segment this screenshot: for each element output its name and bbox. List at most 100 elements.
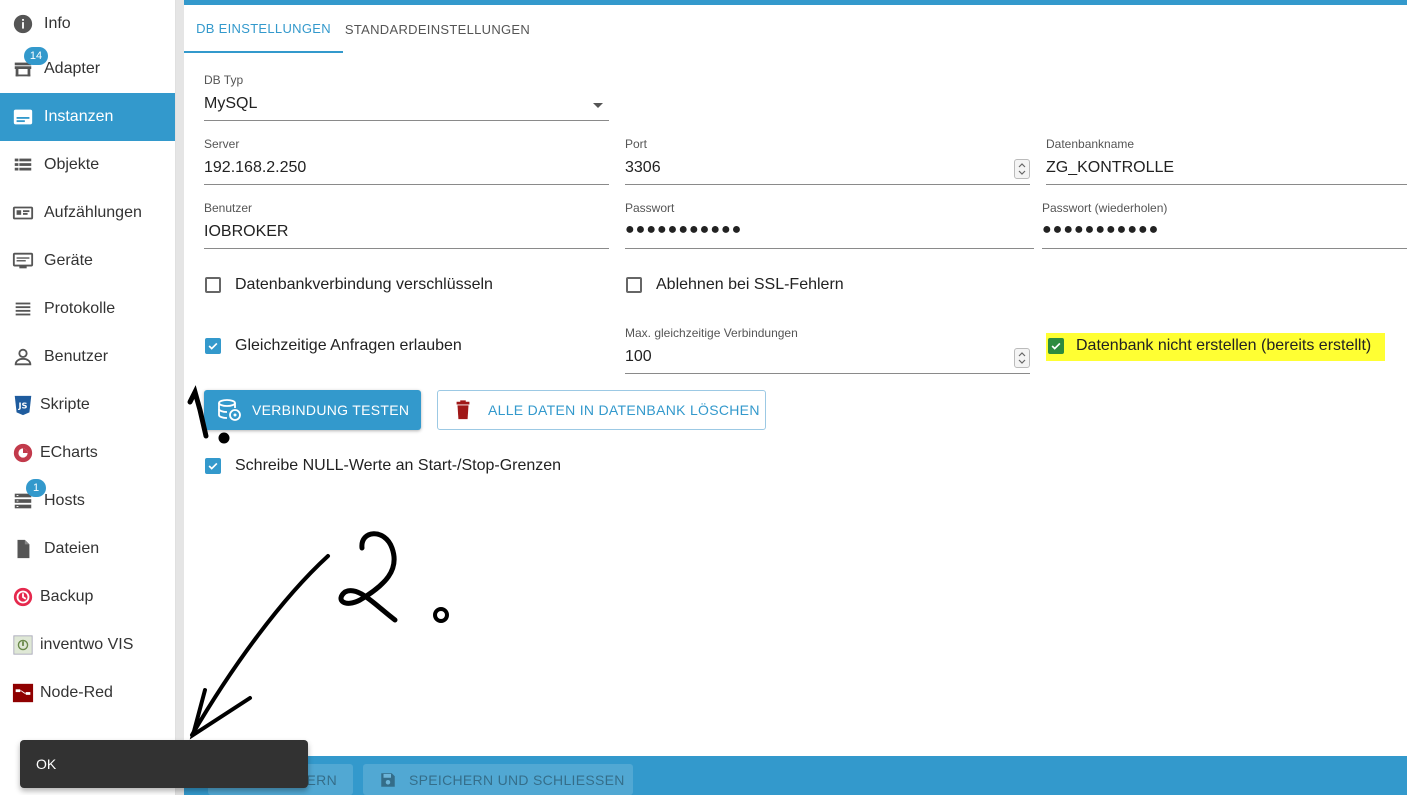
parallel-requests-label: Gleichzeitige Anfragen erlauben	[235, 337, 462, 354]
delete-all-data-label: ALLE DATEN IN DATENBANK LÖSCHEN	[488, 402, 760, 418]
test-connection-label: VERBINDUNG TESTEN	[252, 402, 410, 418]
field-underline	[625, 248, 1034, 249]
db-type-select[interactable]: DB Typ MySQL	[204, 73, 609, 121]
sidebar-item-protokolle[interactable]: Protokolle	[0, 285, 175, 333]
sidebar-item-node-red[interactable]: Node-Red	[0, 669, 175, 717]
password-label: Passwort	[625, 201, 675, 215]
max-connections-stepper[interactable]	[1014, 348, 1030, 368]
port-value: 3306	[625, 159, 661, 176]
field-underline	[204, 120, 609, 121]
user-label: Benutzer	[204, 201, 253, 215]
field-underline	[1042, 248, 1407, 249]
no-create-db-checkbox[interactable]: Datenbank nicht erstellen (bereits erste…	[1046, 333, 1386, 361]
password-repeat-label: Passwort (wiederholen)	[1042, 201, 1168, 215]
sidebar-item-geraete[interactable]: Geräte	[0, 237, 175, 285]
javascript-icon: JS	[12, 394, 34, 416]
field-underline	[625, 184, 1030, 185]
sidebar-item-label: Geräte	[44, 252, 93, 269]
field-underline	[204, 184, 609, 185]
sidebar-item-label: inventwo VIS	[40, 636, 134, 653]
annotation-arrow-icon	[189, 554, 330, 740]
sidebar-item-label: Aufzählungen	[44, 204, 142, 221]
sidebar-item-aufzaehlungen[interactable]: Aufzählungen	[0, 189, 175, 237]
save-close-label: SPEICHERN UND SCHLIESSEN	[409, 771, 625, 788]
sidebar: Info Adapter Instanzen Objekte Aufzählun…	[0, 0, 176, 795]
sidebar-item-label: Skripte	[40, 396, 90, 413]
tab-standardeinstellungen[interactable]: STANDARDEINSTELLUNGEN	[343, 5, 532, 53]
hosts-update-badge: 1	[26, 479, 46, 497]
sidebar-item-skripte[interactable]: JS Skripte	[0, 381, 175, 429]
delete-all-data-button[interactable]: ALLE DATEN IN DATENBANK LÖSCHEN	[437, 390, 766, 430]
snackbar-message: OK	[20, 740, 308, 788]
inventwo-icon	[12, 634, 34, 656]
sidebar-item-label: Dateien	[44, 540, 100, 557]
checkbox-checked-icon	[205, 338, 221, 354]
sidebar-item-instanzen[interactable]: Instanzen	[0, 93, 175, 141]
sidebar-item-label: Protokolle	[44, 300, 116, 317]
checkbox-checked-icon	[205, 458, 221, 474]
sidebar-item-label: Adapter	[44, 60, 101, 77]
encrypt-label: Datenbankverbindung verschlüsseln	[235, 276, 493, 293]
backup-icon	[12, 586, 34, 608]
devices-icon	[12, 250, 34, 272]
user-icon	[12, 346, 34, 368]
sidebar-item-label: Objekte	[44, 156, 100, 173]
save-close-button[interactable]: SPEICHERN UND SCHLIESSEN	[363, 764, 633, 795]
sidebar-divider	[176, 0, 184, 795]
sidebar-item-label: Node-Red	[40, 684, 113, 701]
sidebar-item-label: ECharts	[40, 444, 98, 461]
dbname-value: ZG_KONTROLLE	[1046, 159, 1175, 176]
sidebar-item-echarts[interactable]: ECharts	[0, 429, 175, 477]
sidebar-item-backup[interactable]: Backup	[0, 573, 175, 621]
sidebar-item-objekte[interactable]: Objekte	[0, 141, 175, 189]
max-connections-field[interactable]: Max. gleichzeitige Verbindungen 100	[625, 326, 1030, 374]
parallel-requests-checkbox[interactable]: Gleichzeitige Anfragen erlauben	[205, 337, 462, 355]
instances-icon	[12, 106, 34, 128]
trash-icon	[450, 397, 476, 423]
user-value: IOBROKER	[204, 223, 289, 240]
reject-ssl-checkbox[interactable]: Ablehnen bei SSL-Fehlern	[626, 276, 844, 294]
checkbox-empty-icon	[205, 277, 221, 293]
reject-ssl-label: Ablehnen bei SSL-Fehlern	[656, 276, 844, 293]
save-label: ERN	[306, 771, 337, 788]
svg-text:JS: JS	[17, 401, 27, 411]
server-field[interactable]: Server 192.168.2.250	[204, 137, 609, 185]
user-field[interactable]: Benutzer IOBROKER	[204, 201, 609, 249]
test-connection-button[interactable]: VERBINDUNG TESTEN	[204, 390, 421, 430]
settings-tabs: DB EINSTELLUNGEN STANDARDEINSTELLUNGEN	[184, 5, 1407, 53]
port-field[interactable]: Port 3306	[625, 137, 1030, 185]
field-underline	[204, 248, 609, 249]
port-stepper[interactable]	[1014, 159, 1030, 179]
adapter-update-badge: 14	[24, 47, 48, 65]
max-connections-value: 100	[625, 348, 652, 365]
sidebar-item-benutzer[interactable]: Benutzer	[0, 333, 175, 381]
tab-db-einstellungen[interactable]: DB EINSTELLUNGEN	[184, 5, 343, 53]
list-icon	[12, 154, 34, 176]
file-icon	[12, 538, 34, 560]
sidebar-item-label: Instanzen	[44, 108, 114, 125]
sidebar-item-label: Info	[44, 15, 71, 32]
no-create-db-label: Datenbank nicht erstellen (bereits erste…	[1076, 337, 1372, 354]
write-null-label: Schreibe NULL-Werte an Start-/Stop-Grenz…	[235, 457, 562, 474]
database-check-icon	[216, 397, 242, 423]
field-underline	[625, 373, 1030, 374]
max-connections-label: Max. gleichzeitige Verbindungen	[625, 326, 798, 340]
echarts-icon	[12, 442, 34, 464]
dbname-field[interactable]: Datenbankname ZG_KONTROLLE	[1046, 137, 1407, 185]
bottom-action-bar: ERN SPEICHERN UND SCHLIESSEN	[184, 756, 1407, 795]
write-null-checkbox[interactable]: Schreibe NULL-Werte an Start-/Stop-Grenz…	[205, 457, 561, 475]
checkbox-empty-icon	[626, 277, 642, 293]
password-value: ●●●●●●●●●●●	[625, 221, 743, 238]
sidebar-item-label: Benutzer	[44, 348, 109, 365]
password-field[interactable]: Passwort ●●●●●●●●●●●	[625, 201, 1034, 249]
enum-card-icon	[12, 202, 34, 224]
sidebar-item-dateien[interactable]: Dateien	[0, 525, 175, 573]
field-underline	[1046, 184, 1407, 185]
info-icon	[12, 13, 34, 35]
sidebar-item-info[interactable]: Info	[0, 0, 175, 48]
snackbar-text: OK	[36, 756, 57, 772]
encrypt-checkbox[interactable]: Datenbankverbindung verschlüsseln	[205, 276, 493, 294]
db-type-label: DB Typ	[204, 73, 244, 87]
password-repeat-field[interactable]: Passwort (wiederholen) ●●●●●●●●●●●	[1042, 201, 1407, 249]
sidebar-item-inventwo-vis[interactable]: inventwo VIS	[0, 621, 175, 669]
